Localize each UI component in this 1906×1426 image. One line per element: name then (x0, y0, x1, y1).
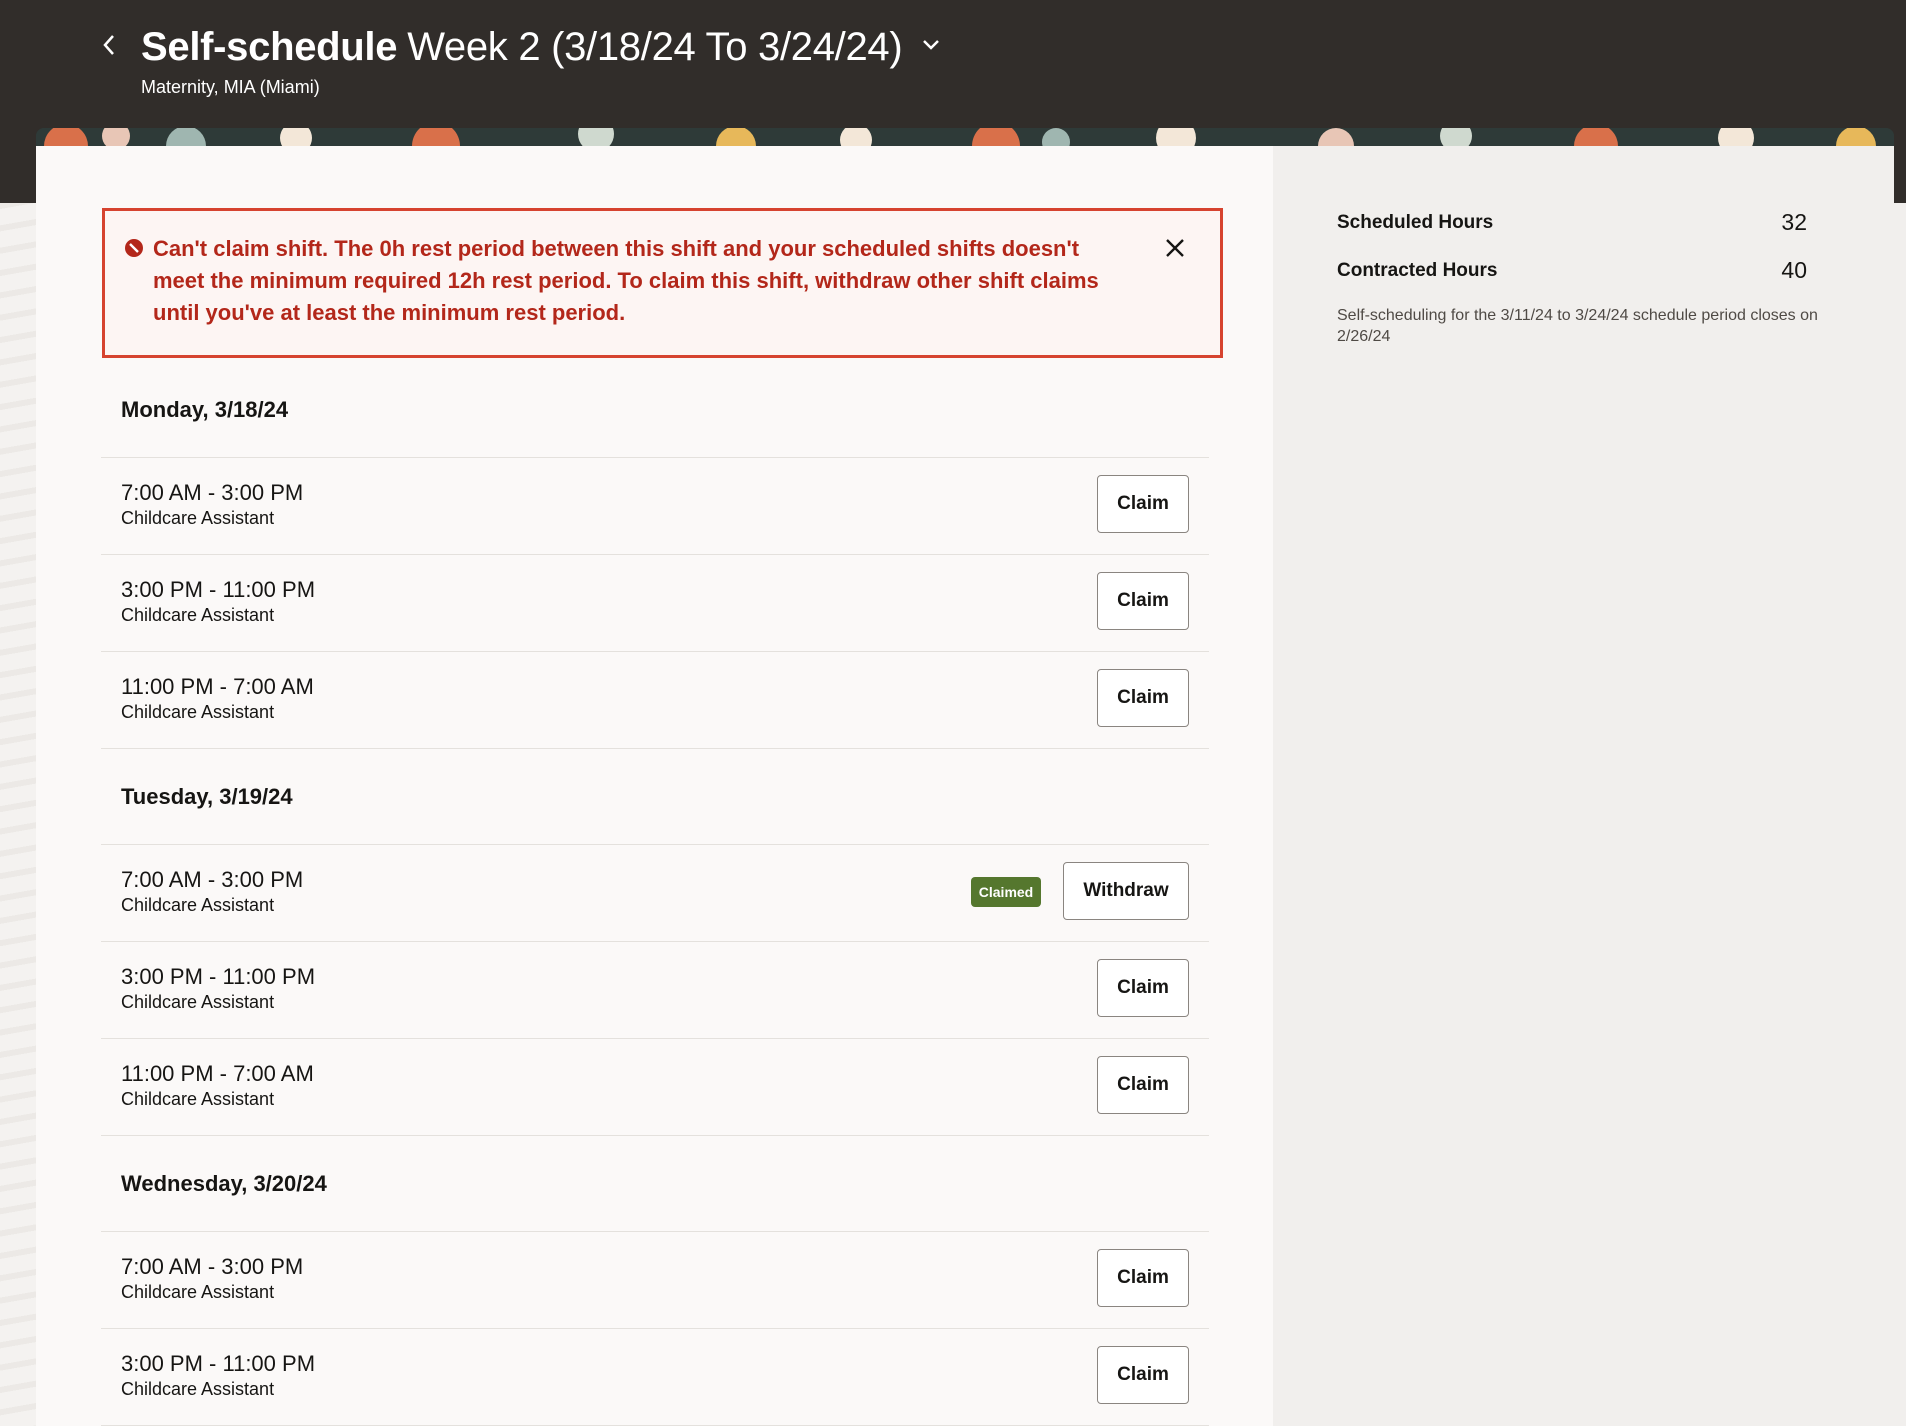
claim-button[interactable]: Claim (1097, 669, 1189, 727)
shift-role: Childcare Assistant (121, 605, 275, 625)
shift-row: 7:00 AM - 3:00 PM Childcare Assistant Cl… (101, 1232, 1209, 1329)
shift-role: Childcare Assistant (121, 1089, 275, 1109)
shift-time: 7:00 AM - 3:00 PM (121, 1254, 304, 1279)
shift-row: 3:00 PM - 11:00 PM Childcare Assistant C… (101, 555, 1209, 652)
close-icon (1164, 237, 1186, 264)
contracted-hours-value: 40 (1781, 257, 1807, 283)
shift-time: 7:00 AM - 3:00 PM (121, 480, 304, 505)
shift-role: Childcare Assistant (121, 1379, 275, 1399)
day-header: Tuesday, 3/19/24 (101, 749, 1209, 845)
shift-role: Childcare Assistant (121, 702, 275, 722)
day-header: Wednesday, 3/20/24 (101, 1136, 1209, 1232)
claim-button[interactable]: Claim (1097, 1056, 1189, 1114)
shift-row: 3:00 PM - 11:00 PM Childcare Assistant C… (101, 942, 1209, 1039)
shift-list: Monday, 3/18/24 7:00 AM - 3:00 PM Childc… (101, 362, 1209, 1426)
close-error-button[interactable] (1158, 233, 1192, 267)
schedule-period-note: Self-scheduling for the 3/11/24 to 3/24/… (1337, 307, 1818, 345)
shift-row: 11:00 PM - 7:00 AM Childcare Assistant C… (101, 652, 1209, 749)
shift-time: 3:00 PM - 11:00 PM (121, 1351, 316, 1376)
withdraw-button[interactable]: Withdraw (1063, 862, 1189, 920)
shift-row: 7:00 AM - 3:00 PM Childcare Assistant Cl… (101, 845, 1209, 942)
error-message: Can't claim shift. The 0h rest period be… (102, 208, 1223, 358)
page-title: Self-schedule Week 2 (3/18/24 To 3/24/24… (141, 22, 946, 72)
shift-time: 11:00 PM - 7:00 AM (121, 674, 314, 699)
background-texture (0, 203, 36, 1426)
shift-row: 3:00 PM - 11:00 PM Childcare Assistant C… (101, 1329, 1209, 1426)
back-button[interactable] (92, 30, 126, 64)
shift-time: 3:00 PM - 11:00 PM (121, 964, 316, 989)
shift-role: Childcare Assistant (121, 508, 275, 528)
scheduled-hours-label: Scheduled Hours (1337, 211, 1494, 233)
claim-button[interactable]: Claim (1097, 475, 1189, 533)
decorative-banner (36, 128, 1894, 146)
day-header: Monday, 3/18/24 (101, 362, 1209, 458)
error-text: Can't claim shift. The 0h rest period be… (153, 236, 1099, 325)
shift-time: 3:00 PM - 11:00 PM (121, 577, 316, 602)
shift-row: 7:00 AM - 3:00 PM Childcare Assistant Cl… (101, 458, 1209, 555)
claimed-badge: Claimed (971, 877, 1041, 907)
contracted-hours-label: Contracted Hours (1337, 259, 1498, 281)
scheduled-hours-value: 32 (1781, 209, 1807, 235)
shift-role: Childcare Assistant (121, 1282, 275, 1302)
shift-role: Childcare Assistant (121, 992, 275, 1012)
claim-button[interactable]: Claim (1097, 1249, 1189, 1307)
shift-time: 7:00 AM - 3:00 PM (121, 867, 304, 892)
claim-button[interactable]: Claim (1097, 959, 1189, 1017)
claim-button[interactable]: Claim (1097, 572, 1189, 630)
week-selector-button[interactable] (916, 32, 946, 62)
scheduled-hours: Scheduled Hours 32 (1337, 209, 1807, 236)
contracted-hours: Contracted Hours 40 (1337, 257, 1807, 284)
shift-time: 11:00 PM - 7:00 AM (121, 1061, 314, 1086)
page-title-strong: Self-schedule (141, 24, 398, 69)
error-circle-icon (124, 238, 144, 258)
page-subtitle: Maternity, MIA (Miami) (141, 77, 320, 97)
chevron-left-icon (101, 33, 117, 62)
shift-role: Childcare Assistant (121, 895, 275, 915)
chevron-down-icon (921, 38, 941, 57)
claim-button[interactable]: Claim (1097, 1346, 1189, 1404)
shift-row: 11:00 PM - 7:00 AM Childcare Assistant C… (101, 1039, 1209, 1136)
page-title-week: Week 2 (3/18/24 To 3/24/24) (407, 24, 903, 69)
